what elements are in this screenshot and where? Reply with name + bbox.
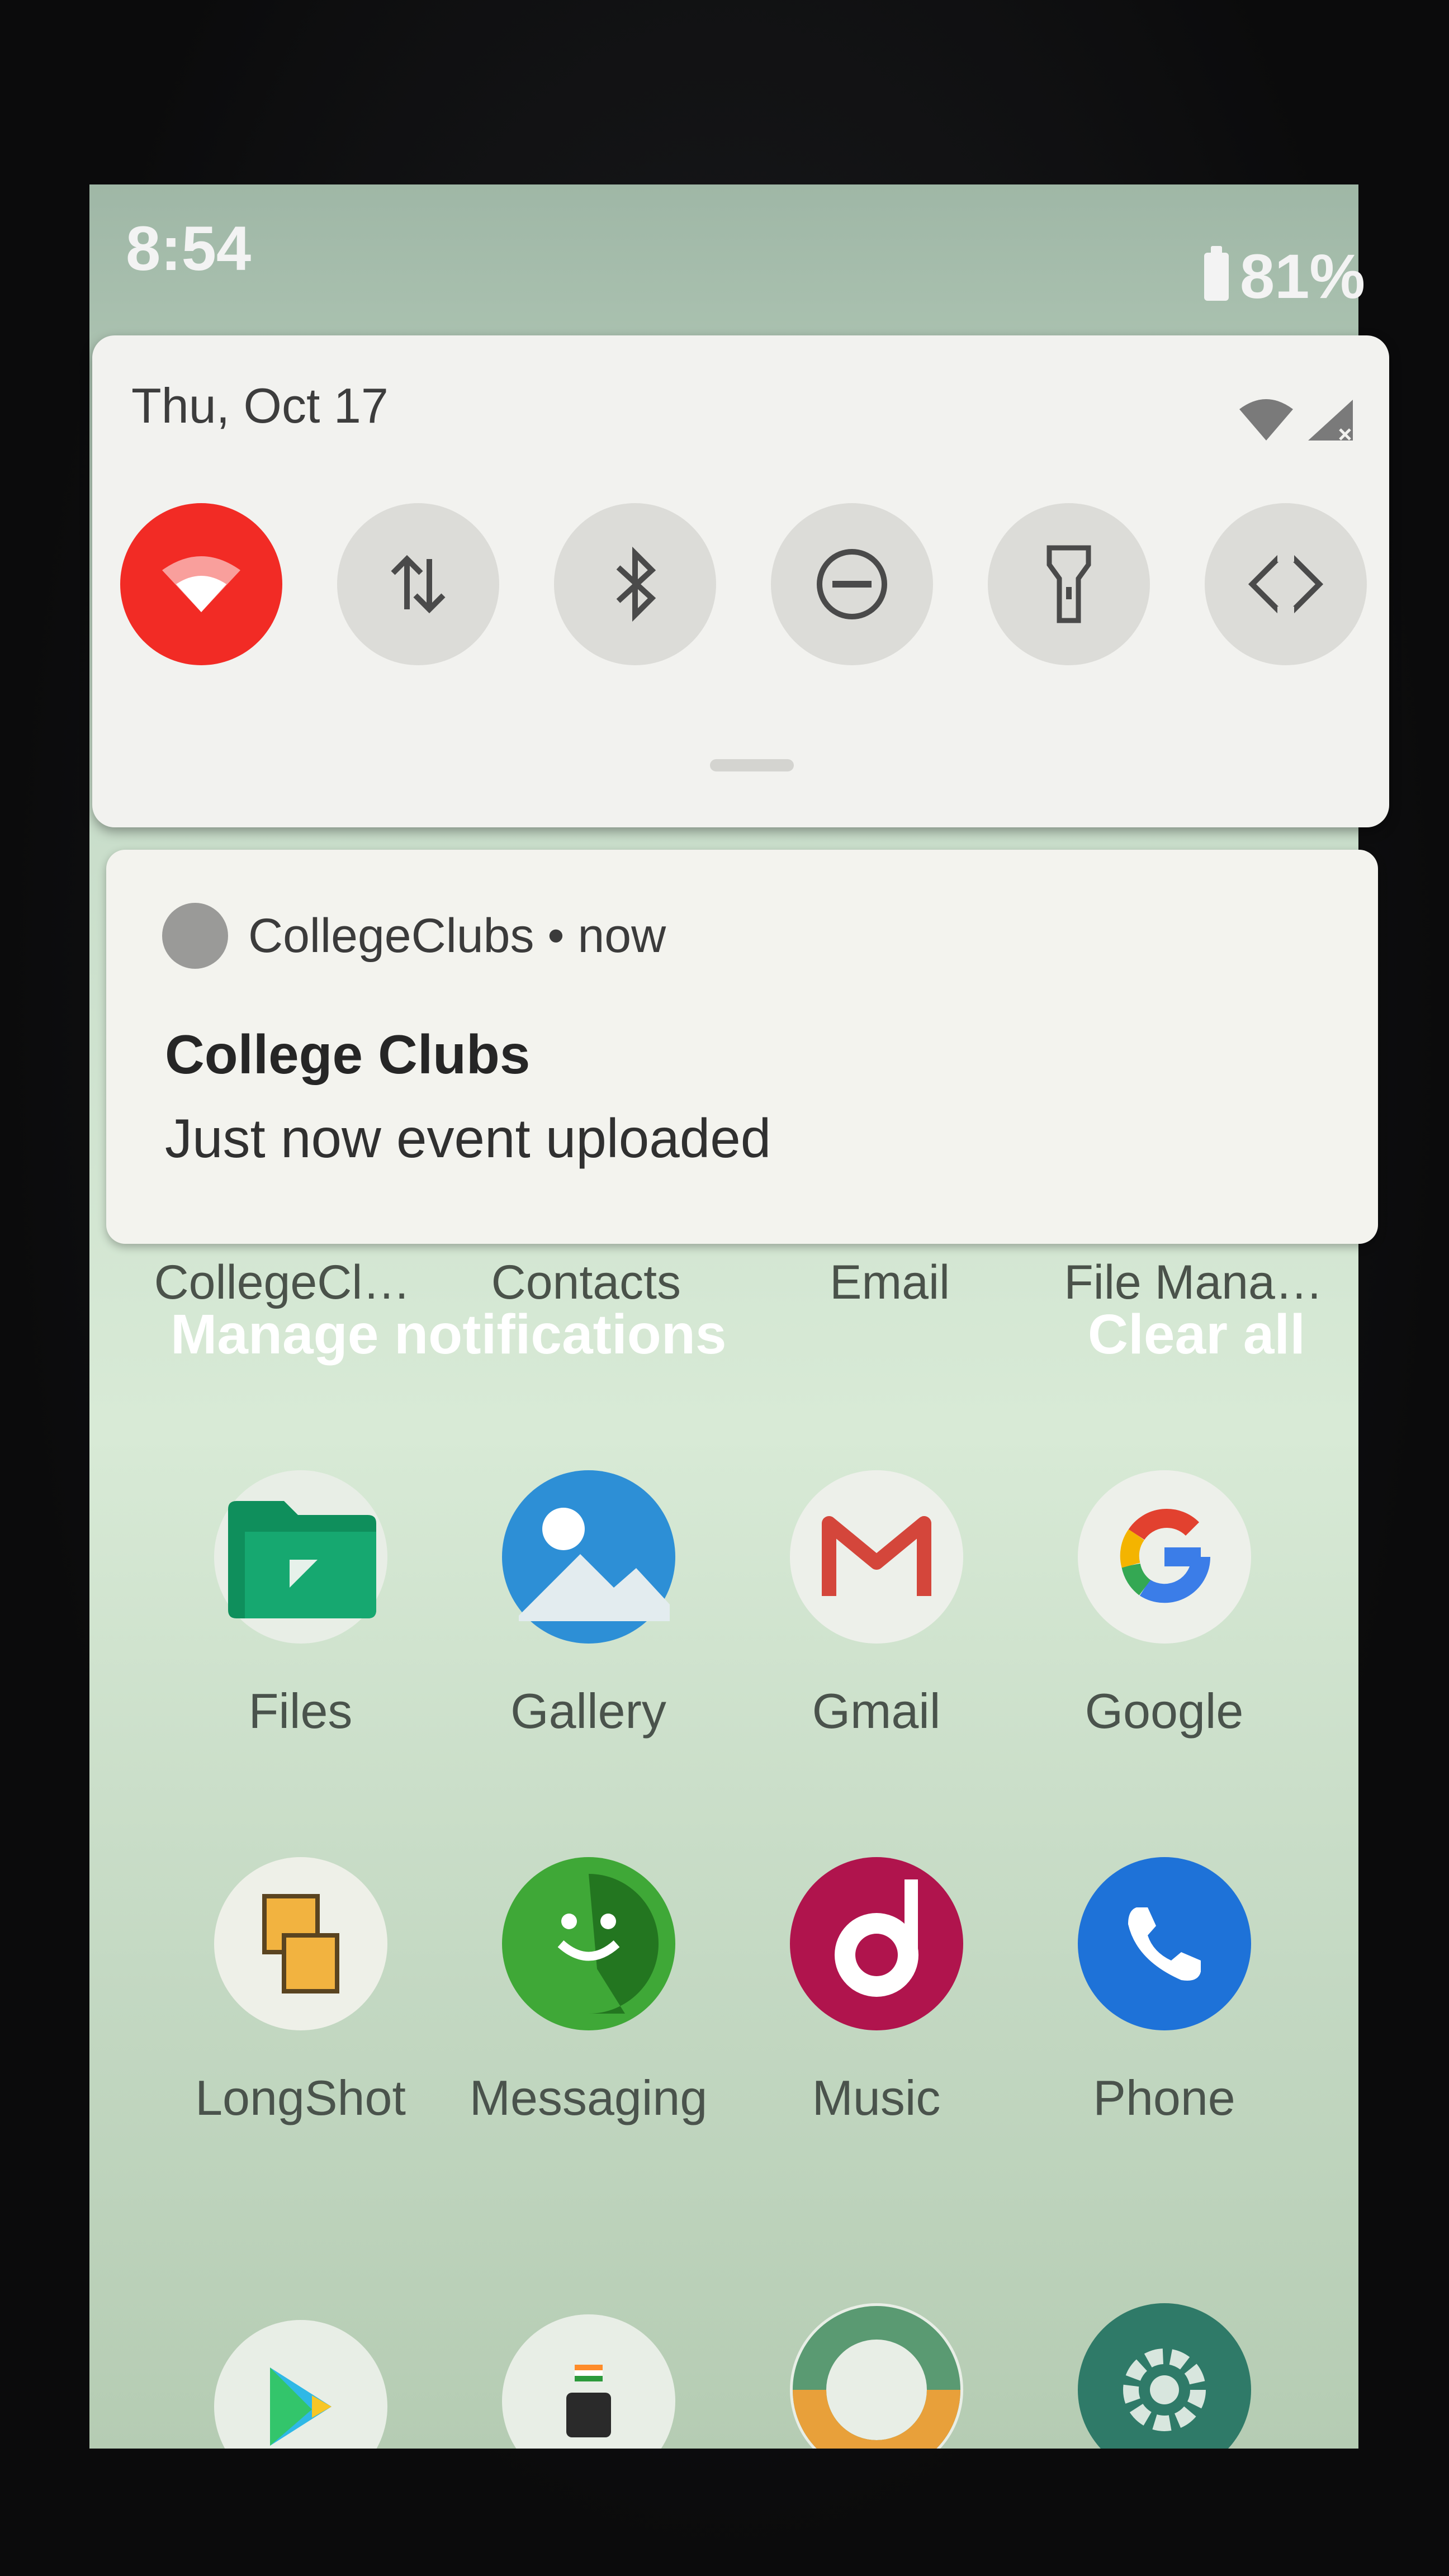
qs-tile-auto-rotate[interactable] — [1205, 503, 1367, 665]
notification-title: College Clubs — [165, 1024, 531, 1085]
app-label: Google — [1085, 1683, 1244, 1739]
status-right: 81% — [1204, 240, 1365, 312]
app-files[interactable]: Files — [157, 1470, 444, 1740]
qs-tile-dnd[interactable] — [771, 503, 933, 665]
bluetooth-icon — [616, 546, 656, 622]
app-music[interactable]: Music — [732, 1857, 1020, 2127]
notification-header: CollegeClubs • now — [162, 903, 666, 969]
battery-percent: 81% — [1239, 242, 1365, 311]
quick-settings-panel: Thu, Oct 17 — [92, 335, 1389, 827]
qs-tiles — [120, 503, 1367, 665]
gmail-icon — [789, 1470, 963, 1644]
gallery-icon — [501, 1470, 675, 1644]
camera-app-icon[interactable] — [501, 2314, 675, 2449]
phone-frame: 8:54 81% Thu, Oct 17 CollegeClubs • now … — [0, 0, 1449, 2576]
qs-tile-flashlight[interactable] — [988, 503, 1150, 665]
music-icon — [789, 1857, 963, 2030]
data-arrows-icon — [391, 555, 446, 614]
phone-icon — [1077, 1857, 1251, 2030]
status-time: 8:54 — [126, 214, 252, 283]
google-icon — [1077, 1470, 1251, 1644]
qs-tile-bluetooth[interactable] — [554, 503, 716, 665]
app-label: Music — [812, 2070, 941, 2125]
app-row-partial — [157, 2303, 1308, 2449]
app-grid: Files Gallery Gmail Google LongShot Mess… — [157, 1470, 1308, 2127]
manage-notifications-button[interactable]: Manage notifications — [171, 1303, 727, 1367]
notification-body: Just now event uploaded — [165, 1107, 771, 1169]
qs-date: Thu, Oct 17 — [131, 378, 389, 433]
app-gallery[interactable]: Gallery — [444, 1470, 732, 1740]
app-label: LongShot — [195, 2070, 406, 2125]
app-messaging[interactable]: Messaging — [444, 1857, 732, 2127]
cell-signal-icon — [1308, 400, 1353, 441]
notification-card[interactable]: CollegeClubs • now College Clubs Just no… — [106, 850, 1378, 1244]
notification-app-name: CollegeClubs — [248, 908, 534, 963]
app-label: Gmail — [812, 1683, 941, 1739]
app-google[interactable]: Google — [1020, 1470, 1308, 1740]
battery-icon — [1204, 245, 1229, 301]
flashlight-icon — [1046, 545, 1091, 623]
app-label: Phone — [1093, 2070, 1235, 2125]
app-phone[interactable]: Phone — [1020, 1857, 1308, 2127]
longshot-icon — [214, 1857, 387, 2030]
files-icon — [214, 1470, 387, 1644]
qs-expand-handle[interactable] — [710, 759, 794, 771]
app-label: Files — [248, 1683, 353, 1739]
qs-tile-wifi[interactable] — [120, 503, 282, 665]
app-label: Messaging — [469, 2070, 708, 2125]
app-longshot[interactable]: LongShot — [157, 1857, 444, 2127]
notification-actions: Manage notifications Clear all — [171, 1303, 1305, 1367]
wifi-status-icon — [1239, 399, 1293, 441]
app-label: Gallery — [510, 1683, 666, 1739]
rotate-icon — [1248, 545, 1324, 623]
messaging-icon — [501, 1857, 675, 2030]
qs-tile-mobile-data[interactable] — [337, 503, 499, 665]
qs-signal-indicators — [1238, 397, 1356, 442]
ring-app-icon[interactable] — [789, 2303, 963, 2449]
play-store-icon[interactable] — [214, 2320, 387, 2449]
clear-all-button[interactable]: Clear all — [1088, 1303, 1305, 1367]
dnd-icon — [817, 549, 887, 619]
app-icon — [162, 903, 228, 969]
notification-time: now — [577, 908, 666, 963]
app-gmail[interactable]: Gmail — [732, 1470, 1020, 1740]
notification-separator: • — [547, 908, 565, 963]
settings-icon[interactable] — [1077, 2303, 1251, 2449]
wifi-icon — [162, 556, 240, 612]
